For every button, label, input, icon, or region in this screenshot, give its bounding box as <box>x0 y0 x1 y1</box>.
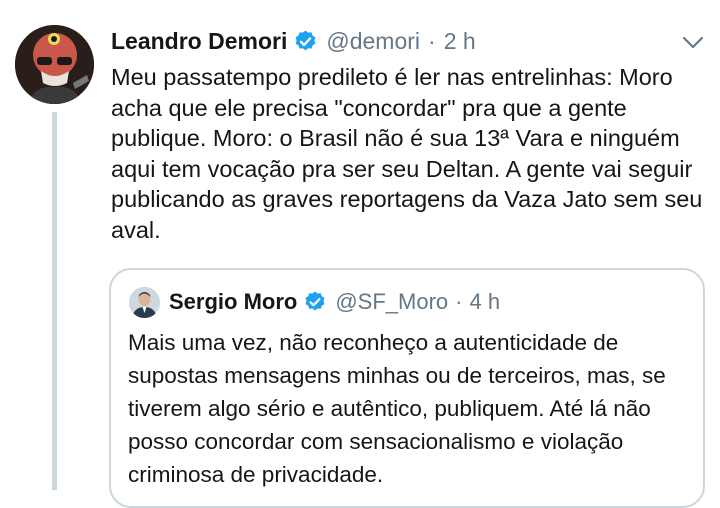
verified-badge-icon <box>305 291 325 311</box>
tweet-header: Leandro Demori @demori · 2 h <box>111 24 476 58</box>
author-avatar[interactable] <box>15 25 94 104</box>
separator-dot: · <box>428 27 436 54</box>
verified-badge-icon <box>295 30 316 50</box>
chevron-down-icon[interactable] <box>681 32 705 52</box>
quoted-tweet-timestamp: 4 h <box>469 289 501 314</box>
tweet-timestamp[interactable]: 2 h <box>444 28 476 55</box>
tweet-text: Meu passatempo predileto é ler nas entre… <box>111 64 709 243</box>
author-name[interactable]: Leandro Demori <box>111 28 287 55</box>
avatar-illustration-icon <box>15 25 94 104</box>
author-handle[interactable]: @demori <box>326 28 420 55</box>
quoted-tweet-header: Sergio Moro @SF_Moro · 4 h <box>129 286 500 318</box>
tweet[interactable]: Leandro Demori @demori · 2 h Meu passate… <box>0 0 720 508</box>
quoted-author-name: Sergio Moro <box>169 289 298 314</box>
quoted-tweet[interactable]: Sergio Moro @SF_Moro · 4 h Mais uma vez,… <box>109 268 705 508</box>
thread-line <box>52 112 57 490</box>
quoted-author-avatar <box>129 286 160 318</box>
quoted-author-handle: @SF_Moro <box>335 289 449 314</box>
separator-dot: · <box>455 289 463 314</box>
quoted-avatar-portrait-icon <box>129 286 160 318</box>
quoted-tweet-text: Mais uma vez, não reconheço a autenticid… <box>128 330 673 487</box>
